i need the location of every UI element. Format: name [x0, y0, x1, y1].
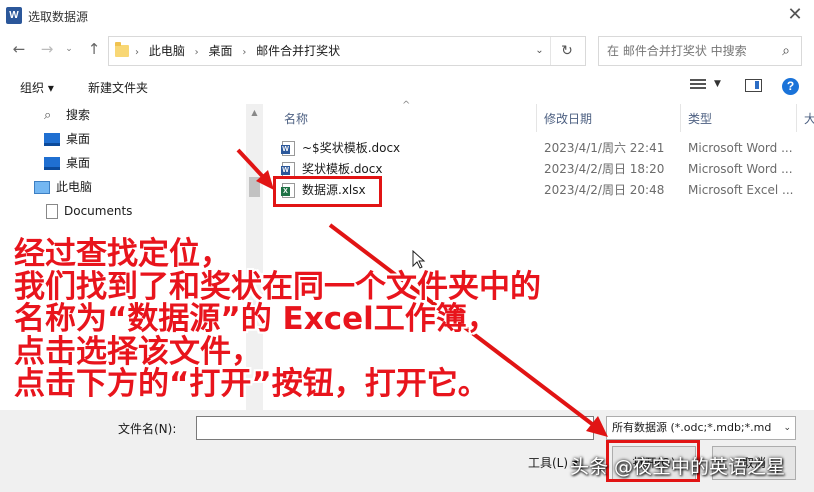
breadcrumb: › 此电脑 › 桌面 › 邮件合并打奖状	[135, 37, 346, 65]
breadcrumb-desktop[interactable]: 桌面	[209, 37, 233, 65]
search-icon: ⌕	[44, 108, 52, 123]
sort-ascending-icon: ^	[402, 100, 411, 111]
sidebar-item-desktop[interactable]: 桌面	[44, 128, 90, 150]
command-toolbar: 组织 ▾ 新建文件夹 ▼ ?	[0, 70, 814, 104]
file-type-select[interactable]: 所有数据源 (*.odc;*.mdb;*.md ⌄	[606, 416, 796, 440]
recent-locations-chevron-icon[interactable]: ⌄	[60, 40, 78, 58]
desktop-icon	[44, 133, 60, 146]
title-bar: W 选取数据源 ✕	[0, 0, 814, 32]
sidebar-item-desktop-2[interactable]: 桌面	[44, 152, 90, 174]
navigation-bar: ← → ⌄ ↑ › 此电脑 › 桌面 › 邮件合并打奖状 ⌄ ↻ ⌕	[0, 32, 814, 70]
search-box[interactable]: ⌕	[598, 36, 802, 66]
back-arrow-icon[interactable]: ←	[10, 40, 28, 58]
sidebar-item-documents[interactable]: Documents	[46, 200, 132, 222]
filename-input[interactable]	[196, 416, 594, 440]
help-icon[interactable]: ?	[782, 78, 799, 95]
chevron-down-icon: ⌄	[783, 423, 791, 433]
column-header-modified[interactable]: 修改日期	[544, 110, 592, 127]
up-arrow-icon[interactable]: ↑	[85, 40, 103, 58]
dialog-title: 选取数据源	[28, 10, 89, 24]
annotation-line: 点击选择该文件，	[14, 333, 262, 370]
filename-label: 文件名(N):	[118, 422, 177, 436]
column-header-name[interactable]: 名称	[284, 110, 308, 127]
preview-pane-icon[interactable]	[745, 79, 762, 92]
column-header-type[interactable]: 类型	[688, 110, 712, 127]
search-input[interactable]	[607, 42, 775, 60]
breadcrumb-current-folder[interactable]: 邮件合并打奖状	[256, 37, 340, 65]
close-icon[interactable]: ✕	[784, 4, 806, 26]
word-file-icon	[281, 141, 295, 156]
view-options-icon[interactable]	[690, 79, 706, 93]
highlight-box-file	[273, 176, 382, 207]
organize-menu[interactable]: 组织 ▾	[20, 79, 54, 96]
sidebar-item-search[interactable]: ⌕ 搜索	[44, 104, 90, 126]
address-dropdown-icon[interactable]: ⌄	[529, 37, 551, 65]
annotation-line: 点击下方的“打开”按钮，打开它。	[14, 366, 489, 402]
view-dropdown-icon[interactable]: ▼	[714, 79, 721, 89]
word-app-icon: W	[6, 7, 22, 24]
computer-icon	[34, 181, 50, 194]
refresh-icon[interactable]: ↻	[555, 37, 579, 65]
address-bar[interactable]: › 此电脑 › 桌面 › 邮件合并打奖状 ⌄ ↻	[108, 36, 586, 66]
file-row[interactable]: ~$奖状模板.docx 2023/4/1/周六 22:41 Microsoft …	[280, 138, 800, 159]
breadcrumb-this-pc[interactable]: 此电脑	[149, 37, 185, 65]
watermark: 头条 @夜空中的英语之星	[570, 456, 786, 478]
desktop-icon	[44, 157, 60, 170]
scroll-up-icon[interactable]: ▲	[246, 104, 263, 121]
annotation-line: 我们找到了和奖状在同一个文件夹中的	[14, 268, 541, 305]
annotation-line: 名称为“数据源”的 Excel工作簿，	[14, 301, 498, 337]
scrollbar-thumb[interactable]	[249, 177, 260, 197]
new-folder-button[interactable]: 新建文件夹	[88, 79, 148, 96]
forward-arrow-icon[interactable]: →	[38, 40, 56, 58]
word-file-icon	[281, 162, 295, 177]
document-folder-icon	[46, 204, 58, 219]
folder-icon	[115, 42, 129, 57]
annotation-text: 经过查找定位， 我们找到了和奖状在同一个文件夹中的 名称为“数据源”的 Exce…	[14, 238, 804, 401]
column-header-size[interactable]: 大	[804, 110, 814, 127]
search-icon[interactable]: ⌕	[777, 42, 795, 60]
sidebar-item-this-pc[interactable]: 此电脑	[34, 176, 92, 198]
annotation-line: 经过查找定位，	[14, 236, 231, 272]
